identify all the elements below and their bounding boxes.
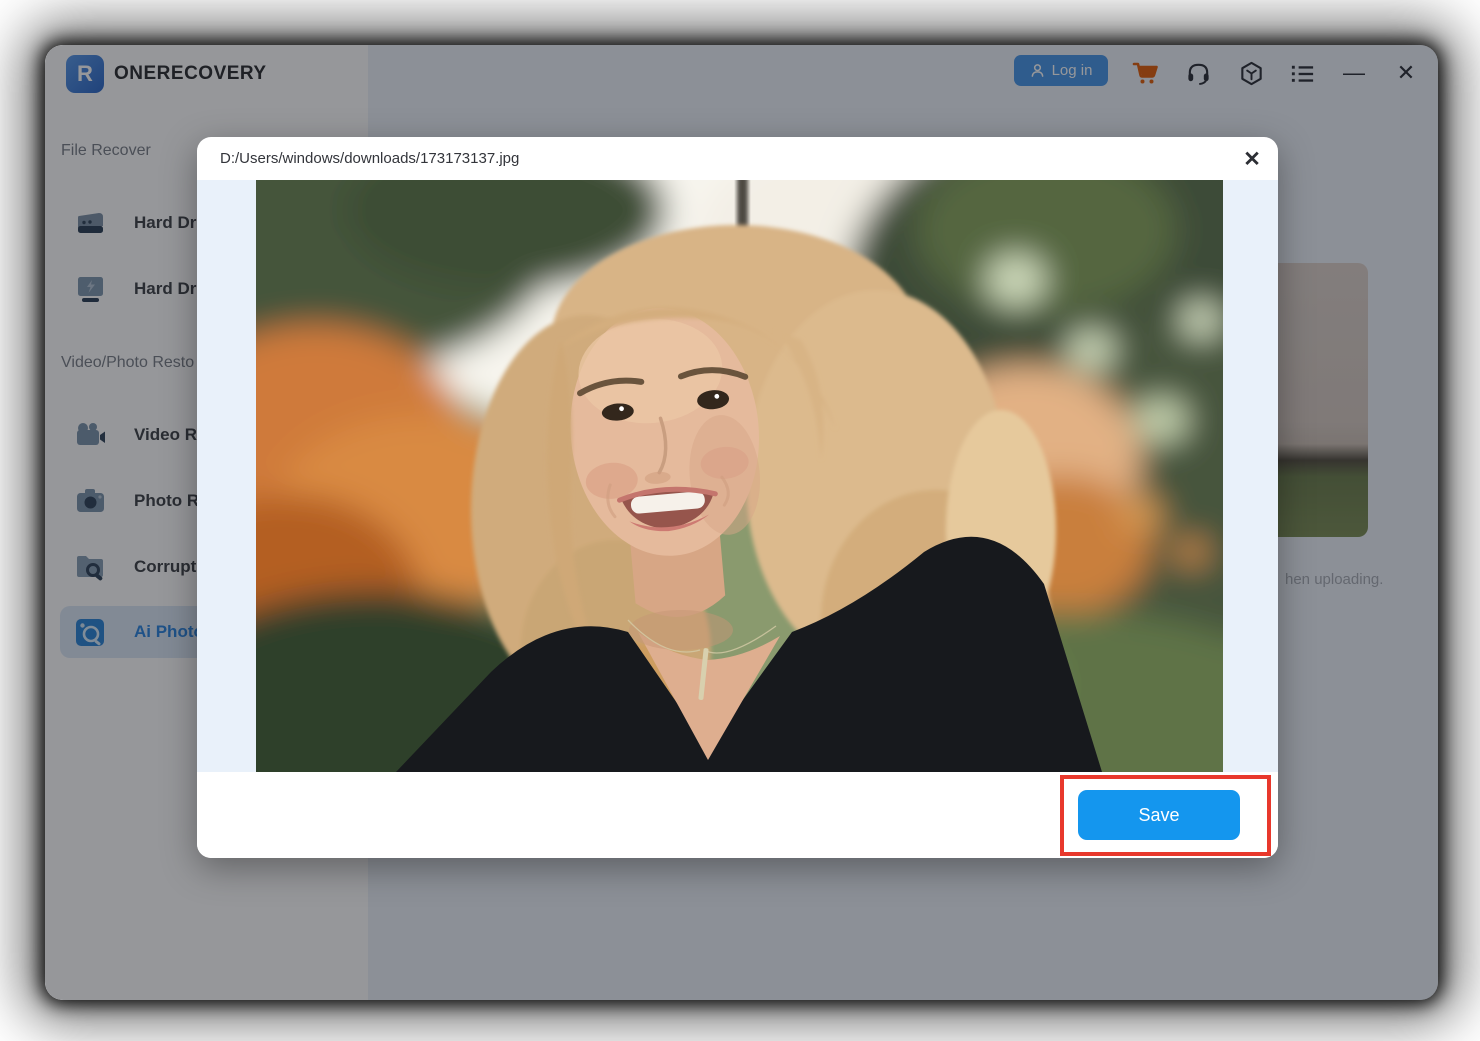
close-icon: ✕ xyxy=(1243,147,1261,172)
dialog-close-button[interactable]: ✕ xyxy=(1238,145,1266,173)
preview-photo xyxy=(256,180,1223,772)
app-window: File Recover Hard Drive Hard Drive Video… xyxy=(45,45,1438,1000)
photo-preview-dialog: D:/Users/windows/downloads/173173137.jpg… xyxy=(197,137,1278,858)
screenshot-stage: File Recover Hard Drive Hard Drive Video… xyxy=(0,0,1480,1041)
save-label: Save xyxy=(1138,805,1179,826)
photo-preview-area xyxy=(197,180,1278,772)
dialog-footer: Save xyxy=(197,772,1278,858)
save-button[interactable]: Save xyxy=(1078,790,1240,840)
file-path-title: D:/Users/windows/downloads/173173137.jpg xyxy=(220,150,519,167)
